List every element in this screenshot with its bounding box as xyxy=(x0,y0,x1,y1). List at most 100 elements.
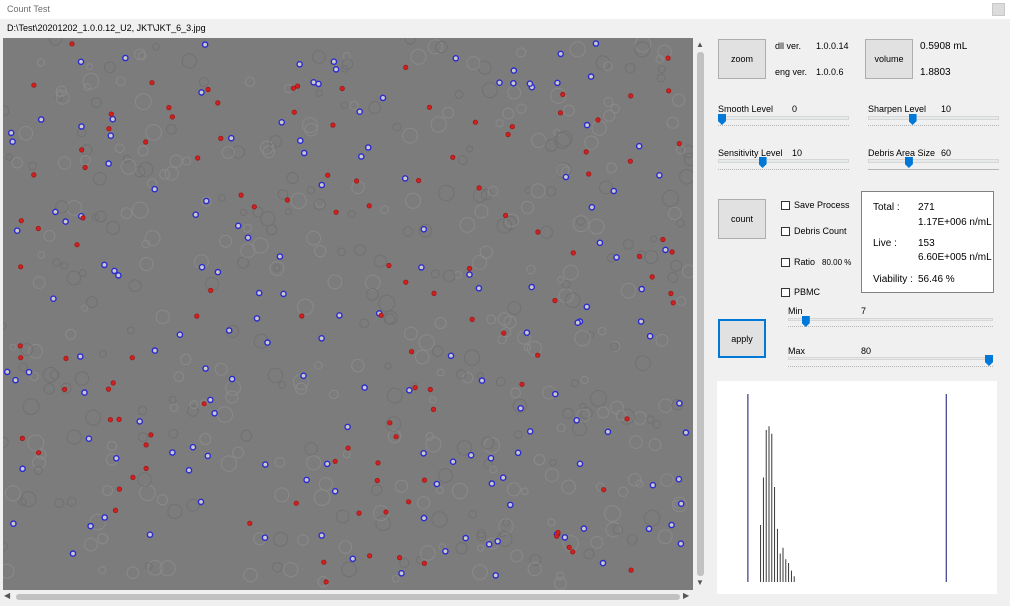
sharpen-slider-thumb[interactable] xyxy=(908,114,917,125)
live-cell-marker xyxy=(318,181,326,189)
dead-cell-marker xyxy=(396,554,403,561)
save-process-checkbox[interactable]: Save Process xyxy=(781,200,850,210)
debris-slider-thumb[interactable] xyxy=(904,157,913,168)
ratio-checkbox[interactable]: Ratio 80.00 % xyxy=(781,257,851,267)
background-particle xyxy=(609,342,619,351)
background-particle xyxy=(43,383,55,395)
scroll-left-icon[interactable]: ◀ xyxy=(4,591,10,600)
background-particle xyxy=(314,361,323,370)
dead-cell-marker xyxy=(566,544,572,550)
live-cell-marker xyxy=(646,332,654,340)
dead-cell-marker xyxy=(143,139,149,145)
background-particle xyxy=(547,518,556,527)
min-slider-track[interactable] xyxy=(788,318,993,321)
background-particle xyxy=(644,250,659,264)
live-cell-marker xyxy=(192,211,199,218)
save-process-box[interactable] xyxy=(781,200,790,210)
background-particle xyxy=(603,97,614,107)
background-particle xyxy=(155,309,171,325)
background-particle xyxy=(186,498,200,512)
background-particle xyxy=(189,400,199,410)
background-particle xyxy=(115,76,126,86)
background-particle xyxy=(137,405,148,416)
background-particle xyxy=(274,456,286,468)
dead-cell-marker xyxy=(143,465,149,471)
scroll-down-icon[interactable]: ▼ xyxy=(696,578,704,587)
background-particle xyxy=(626,534,638,545)
eng-version-value: 1.0.0.6 xyxy=(816,67,844,77)
background-particle xyxy=(43,230,56,242)
dead-cell-marker xyxy=(412,384,418,391)
dead-cell-marker xyxy=(676,141,682,147)
debris-count-box[interactable] xyxy=(781,226,790,236)
background-particle xyxy=(267,367,284,384)
background-particle xyxy=(32,276,46,289)
dead-cell-marker xyxy=(79,147,85,153)
dead-cell-marker xyxy=(31,172,37,178)
dead-cell-marker xyxy=(299,313,305,319)
background-particle xyxy=(431,511,448,528)
ratio-box[interactable] xyxy=(781,257,790,267)
live-cell-marker xyxy=(449,458,457,466)
dead-cell-marker xyxy=(570,250,576,256)
sensitivity-slider-thumb[interactable] xyxy=(758,157,767,168)
background-particle xyxy=(65,328,77,340)
live-cell-marker xyxy=(52,208,59,216)
live-cell-marker xyxy=(462,534,470,542)
live-cell-marker xyxy=(361,384,368,391)
live-cell-marker xyxy=(300,149,308,157)
background-particle xyxy=(98,566,107,575)
apply-button[interactable]: apply xyxy=(718,319,766,358)
live-cell-marker xyxy=(447,352,455,360)
close-button[interactable] xyxy=(992,3,1005,16)
live-cell-marker xyxy=(517,404,525,412)
live-cell-marker xyxy=(401,175,409,182)
smooth-slider-track[interactable] xyxy=(718,116,849,120)
background-particle xyxy=(359,318,370,329)
background-particle xyxy=(273,531,289,547)
dead-cell-marker xyxy=(208,287,214,293)
max-slider-thumb[interactable] xyxy=(985,355,993,366)
vertical-scroll-thumb[interactable] xyxy=(697,52,704,576)
dead-cell-marker xyxy=(18,355,24,361)
live-cell-marker xyxy=(638,285,646,293)
background-particle xyxy=(306,455,322,471)
pbmc-checkbox[interactable]: PBMC xyxy=(781,287,820,297)
background-particle xyxy=(342,450,351,459)
debris-area-label: Debris Area Size xyxy=(868,148,936,158)
volume-button[interactable]: volume xyxy=(865,39,913,79)
dead-cell-marker xyxy=(194,313,200,319)
horizontal-scroll-thumb[interactable] xyxy=(16,594,680,600)
live-cell-marker xyxy=(682,429,690,436)
smooth-slider-thumb[interactable] xyxy=(718,114,726,125)
max-slider-track[interactable] xyxy=(788,357,993,360)
live-cell-marker xyxy=(255,289,263,297)
zoom-button[interactable]: zoom xyxy=(718,39,766,79)
scroll-up-icon[interactable]: ▲ xyxy=(696,40,704,49)
debris-count-checkbox[interactable]: Debris Count xyxy=(781,226,847,236)
background-particle xyxy=(402,127,419,144)
debris-slider-track[interactable] xyxy=(868,159,999,163)
background-particle xyxy=(510,549,523,563)
live-cell-marker xyxy=(494,537,502,545)
background-particle xyxy=(74,371,90,386)
background-particle xyxy=(347,210,356,219)
live-cell-marker xyxy=(276,253,284,260)
background-particle xyxy=(182,156,192,166)
dead-cell-marker xyxy=(649,274,655,280)
sensitivity-slider-track[interactable] xyxy=(718,159,849,163)
background-particle xyxy=(139,257,154,271)
background-particle xyxy=(252,237,269,254)
count-button[interactable]: count xyxy=(718,199,766,239)
vertical-scrollbar[interactable]: ▲ ▼ xyxy=(693,38,708,590)
horizontal-scrollbar[interactable]: ◀ ▶ xyxy=(3,591,693,604)
image-viewer[interactable] xyxy=(3,38,693,590)
pbmc-box[interactable] xyxy=(781,287,790,297)
live-cell-marker xyxy=(7,129,15,137)
volume-value: 0.5908 mL xyxy=(920,41,968,52)
sharpen-slider-track[interactable] xyxy=(868,116,999,120)
background-particle xyxy=(60,261,69,270)
background-particle xyxy=(126,566,140,580)
background-particle xyxy=(576,217,585,226)
scroll-right-icon[interactable]: ▶ xyxy=(683,591,689,600)
